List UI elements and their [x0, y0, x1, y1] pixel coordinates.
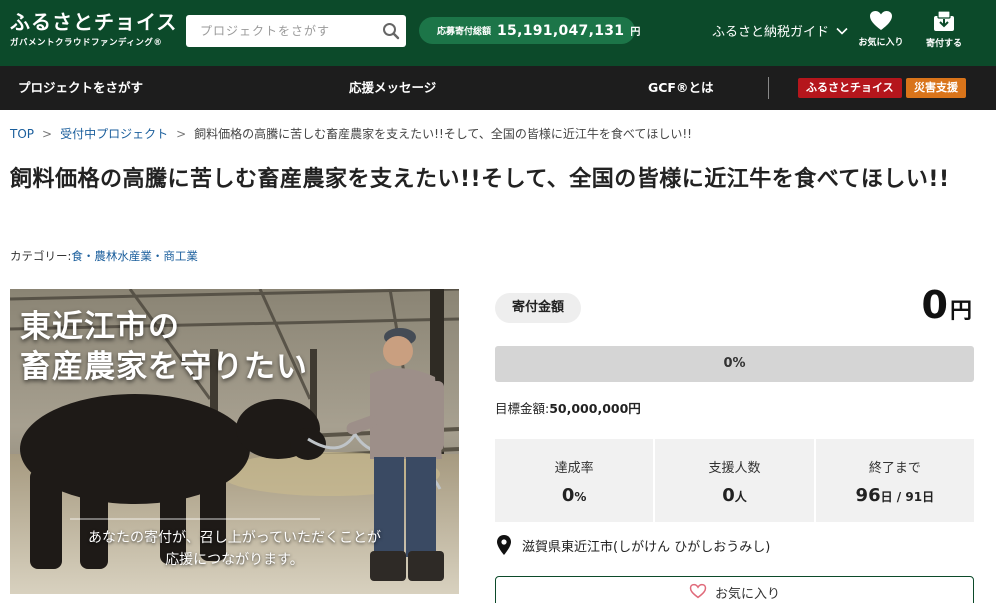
- stat-label: 達成率: [554, 461, 594, 476]
- location-text: 滋賀県東近江市(しがけん ひがしおうみし): [522, 539, 771, 555]
- nav-about-gcf[interactable]: GCF®とは: [648, 66, 713, 110]
- donation-amount-unit: 円: [949, 299, 972, 324]
- total-donation-amount: 15,191,047,131: [497, 22, 625, 39]
- stat-value: 0人: [655, 485, 813, 506]
- furusato-guide-dropdown[interactable]: ふるさと納税ガイド: [712, 21, 848, 40]
- stat-days-remaining: 終了まで 96日 / 91日: [815, 439, 974, 522]
- stat-number: 0: [722, 485, 735, 506]
- funding-stats: 達成率 0% 支援人数 0人 終了まで 96日 / 91日: [495, 439, 974, 522]
- goal-amount: 目標金額:50,000,000円: [495, 398, 641, 417]
- goal-value: 50,000,000円: [549, 401, 641, 416]
- breadcrumb-accepting[interactable]: 受付中プロジェクト: [60, 125, 168, 142]
- stat-unit: 人: [734, 490, 747, 504]
- stat-supporters: 支援人数 0人: [655, 439, 814, 522]
- donation-amount-label: 寄付金額: [495, 293, 581, 323]
- breadcrumb-top[interactable]: TOP: [10, 127, 34, 141]
- breadcrumb-separator: >: [176, 126, 187, 141]
- breadcrumb-separator: >: [42, 126, 53, 141]
- donation-amount: 0 円: [922, 283, 972, 327]
- donation-amount-value: 0: [921, 283, 948, 327]
- stat-value: 0%: [495, 485, 653, 506]
- stat-label: 終了まで: [868, 461, 921, 476]
- stat-number: 96: [855, 485, 881, 506]
- project-hero-image: 東近江市の 畜産農家を守りたい あなたの寄付が、召し上がっていただくことが 応援…: [10, 289, 459, 594]
- nav-messages[interactable]: 応援メッセージ: [349, 66, 436, 110]
- funding-progress-text: 0%: [723, 356, 746, 371]
- site-logo[interactable]: ふるさとチョイス ガバメントクラウドファンディング®: [10, 10, 177, 48]
- stat-unit: 日: [880, 490, 893, 504]
- site-header: ふるさとチョイス ガバメントクラウドファンディング® 応募寄付総額 15,191…: [0, 0, 996, 66]
- project-location: 滋賀県東近江市(しがけん ひがしおうみし): [497, 535, 770, 555]
- donate-box-icon: [934, 10, 954, 31]
- heart-outline-icon: [689, 583, 707, 599]
- stat-unit: %: [574, 490, 587, 504]
- stat-achievement-rate: 達成率 0%: [495, 439, 654, 522]
- goal-label: 目標金額:: [495, 401, 550, 416]
- search-button[interactable]: [376, 15, 406, 47]
- breadcrumb-current: 飼料価格の高騰に苦しむ畜産農家を支えたい!!そして、全国の皆様に近江牛を食べてほ…: [194, 127, 692, 141]
- hero-headline-line2: 畜産農家を守りたい: [20, 349, 308, 385]
- stat-total-days: / 91日: [892, 490, 935, 504]
- nav-furusato-choice[interactable]: ふるさとチョイス: [798, 78, 902, 98]
- stat-value: 96日 / 91日: [816, 485, 974, 506]
- logo-sub-text: ガバメントクラウドファンディング®: [10, 38, 163, 48]
- stat-number: 0: [561, 485, 575, 506]
- logo-main-text: ふるさとチョイス: [10, 10, 178, 34]
- furusato-guide-label: ふるさと納税ガイド: [712, 25, 830, 40]
- search-box: [186, 15, 406, 47]
- nav-find-projects[interactable]: プロジェクトをさがす: [18, 66, 143, 110]
- chevron-down-icon: [836, 27, 848, 35]
- header-favorites-label: お気に入り: [858, 38, 904, 48]
- search-input[interactable]: [186, 15, 374, 47]
- main-nav: プロジェクトをさがす 応援メッセージ GCF®とは ふるさとチョイス 災害支援: [0, 66, 996, 110]
- page-title: 飼料価格の高騰に苦しむ畜産農家を支えたい!!そして、全国の皆様に近江牛を食べてほ…: [10, 167, 950, 192]
- header-donate-button[interactable]: 寄付する: [916, 10, 972, 49]
- breadcrumb: TOP > 受付中プロジェクト > 飼料価格の高騰に苦しむ畜産農家を支えたい!!…: [10, 125, 692, 142]
- hero-headline: 東近江市の 畜産農家を守りたい: [20, 307, 308, 387]
- hero-caption: あなたの寄付が、召し上がっていただくことが 応援につながります。: [10, 527, 459, 571]
- header-donate-label: 寄付する: [925, 39, 962, 49]
- category-link[interactable]: 食・農林水産業・商工業: [71, 249, 198, 263]
- nav-divider: [768, 77, 769, 99]
- header-favorites-button[interactable]: お気に入り: [853, 10, 909, 48]
- add-favorite-label: お気に入り: [714, 587, 780, 602]
- nav-disaster-support[interactable]: 災害支援: [906, 78, 966, 98]
- total-donation-label: 応募寄付総額: [437, 27, 492, 37]
- stat-label: 支援人数: [708, 461, 761, 476]
- project-category: カテゴリー:食・農林水産業・商工業: [10, 248, 198, 264]
- total-donation-unit: 円: [630, 27, 641, 38]
- search-icon: [383, 23, 400, 40]
- add-favorite-button[interactable]: お気に入り: [495, 576, 974, 603]
- map-pin-icon: [497, 535, 511, 555]
- category-prefix: カテゴリー:: [10, 249, 72, 263]
- hero-caption-line1: あなたの寄付が、召し上がっていただくことが: [87, 530, 382, 546]
- hero-caption-line2: 応援につながります。: [165, 552, 304, 568]
- total-donation-badge: 応募寄付総額 15,191,047,131 円: [419, 17, 640, 44]
- funding-progress-bar: 0%: [495, 346, 974, 382]
- heart-icon: [870, 11, 892, 30]
- hero-headline-line1: 東近江市の: [20, 309, 180, 345]
